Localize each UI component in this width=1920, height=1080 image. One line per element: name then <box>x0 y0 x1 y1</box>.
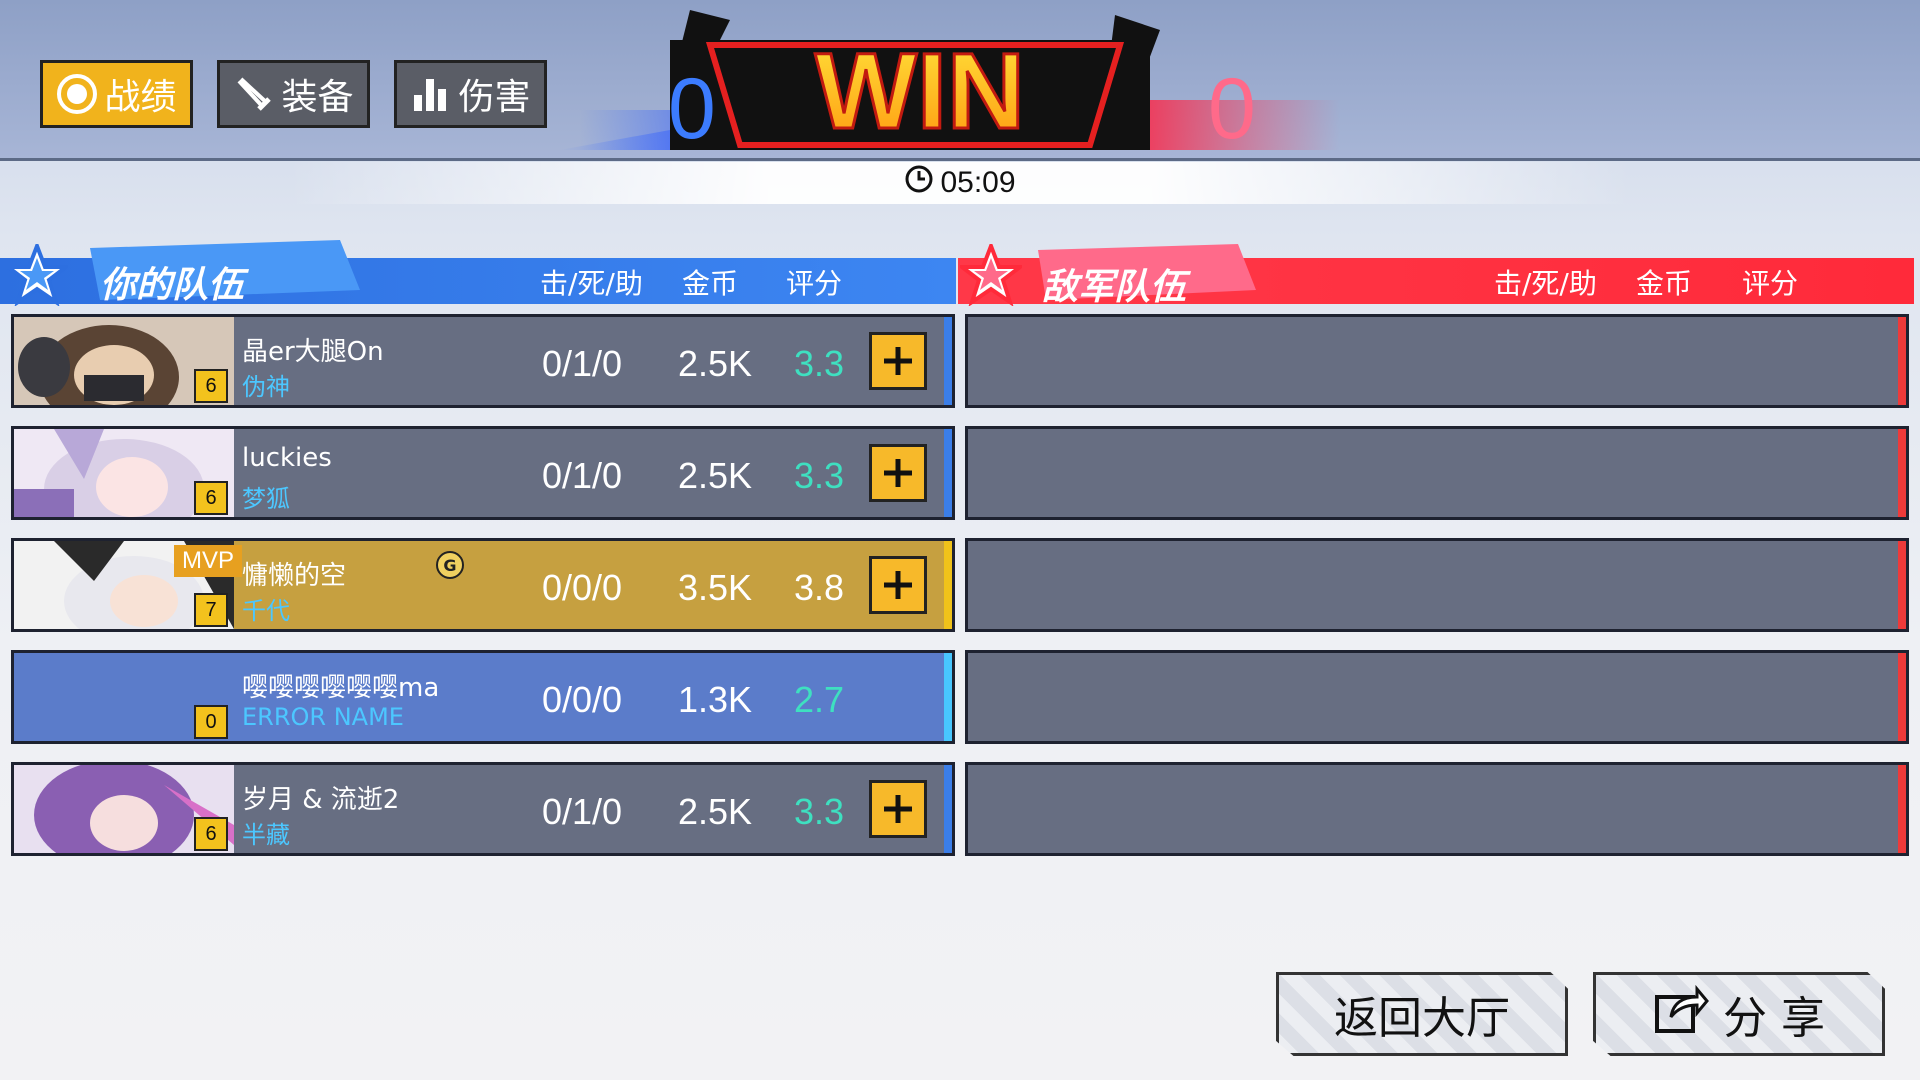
player-rating: 3.3 <box>794 343 845 384</box>
player-row[interactable]: 0 嘤嘤嘤嘤嘤嘤ma ERROR NAME 0/0/0 1.3K 2.7 <box>11 650 955 744</box>
enemy-col-rating: 评分 <box>1742 267 1799 300</box>
player-gold: 3.5K <box>678 567 753 608</box>
tab-equipment-label: 装备 <box>281 77 354 118</box>
player-name: 晶er大腿On <box>242 337 384 367</box>
score-right: 0 <box>1208 61 1256 157</box>
return-lobby-label: 返回大厅 <box>1334 993 1510 1044</box>
timer-value: 05:09 <box>940 166 1016 199</box>
add-friend-button[interactable] <box>869 444 927 502</box>
bar-chart-icon <box>410 73 452 115</box>
mvp-badge: MVP <box>174 545 243 577</box>
score-left: 0 <box>668 61 716 157</box>
player-kda: 0/0/0 <box>542 679 623 720</box>
col-gold: 金币 <box>682 267 739 300</box>
level-badge: 0 <box>194 705 228 739</box>
player-name: 岁月 & 流逝2 <box>242 785 400 815</box>
target-icon <box>56 73 98 115</box>
player-rating: 2.7 <box>794 679 845 720</box>
win-text: WIN <box>815 30 1025 151</box>
player-gold: 1.3K <box>678 679 753 720</box>
col-kda: 击/死/助 <box>540 267 643 300</box>
player-kda: 0/1/0 <box>542 343 623 384</box>
hero-name: ERROR NAME <box>242 703 404 731</box>
share-label: 分 享 <box>1723 993 1825 1044</box>
enemy-row <box>965 762 1909 856</box>
player-row-mvp[interactable]: MVP G 7 慵懒的空 千代 0/0/0 3.5K 3.8 <box>11 538 955 632</box>
match-timer: 05:09 <box>0 162 1920 204</box>
enemy-row <box>965 314 1909 408</box>
hero-name: 伪神 <box>242 373 290 401</box>
tab-stats-label: 战绩 <box>104 77 177 118</box>
player-gold: 2.5K <box>678 343 753 384</box>
sword-icon <box>233 73 275 115</box>
player-gold: 2.5K <box>678 791 753 832</box>
plus-icon <box>884 459 912 487</box>
enemy-row <box>965 650 1909 744</box>
enemy-col-gold: 金币 <box>1636 267 1693 300</box>
player-rating: 3.3 <box>794 455 845 496</box>
enemy-team-title: 敌军队伍 <box>1042 267 1187 308</box>
level-badge: 7 <box>194 593 228 627</box>
tab-damage[interactable]: 伤害 <box>394 60 547 128</box>
share-icon <box>1653 983 1709 1046</box>
guild-badge: G <box>436 551 464 579</box>
hero-name: 千代 <box>242 597 290 625</box>
share-button[interactable]: 分 享 <box>1593 972 1885 1056</box>
level-badge: 6 <box>194 369 228 403</box>
player-gold: 2.5K <box>678 455 753 496</box>
plus-icon <box>884 571 912 599</box>
col-rating: 评分 <box>786 267 843 300</box>
hero-name: 半藏 <box>242 821 290 849</box>
clock-icon <box>904 164 934 202</box>
level-badge: 6 <box>194 481 228 515</box>
enemy-col-kda: 击/死/助 <box>1494 267 1597 300</box>
player-row[interactable]: 6 岁月 & 流逝2 半藏 0/1/0 2.5K 3.3 <box>11 762 955 856</box>
player-kda: 0/0/0 <box>542 567 623 608</box>
add-friend-button[interactable] <box>869 556 927 614</box>
return-lobby-button[interactable]: 返回大厅 <box>1276 972 1568 1056</box>
player-kda: 0/1/0 <box>542 455 623 496</box>
plus-icon <box>884 347 912 375</box>
tab-equipment[interactable]: 装备 <box>217 60 370 128</box>
hero-name: 梦狐 <box>242 485 290 513</box>
enemy-row <box>965 538 1909 632</box>
level-badge: 6 <box>194 817 228 851</box>
player-name: 慵懒的空 <box>242 561 347 591</box>
player-row[interactable]: 6 晶er大腿On 伪神 0/1/0 2.5K 3.3 <box>11 314 955 408</box>
player-row[interactable]: 6 luckies 梦狐 0/1/0 2.5K 3.3 <box>11 426 955 520</box>
player-name: 嘤嘤嘤嘤嘤嘤ma <box>242 673 440 703</box>
add-friend-button[interactable] <box>869 332 927 390</box>
tab-damage-label: 伤害 <box>458 77 531 118</box>
player-kda: 0/1/0 <box>542 791 623 832</box>
your-team-title: 你的队伍 <box>100 265 245 306</box>
player-name: luckies <box>242 443 332 473</box>
plus-icon <box>884 795 912 823</box>
enemy-row <box>965 426 1909 520</box>
player-rating: 3.8 <box>794 567 845 608</box>
add-friend-button[interactable] <box>869 780 927 838</box>
tab-stats[interactable]: 战绩 <box>40 60 193 128</box>
player-rating: 3.3 <box>794 791 845 832</box>
